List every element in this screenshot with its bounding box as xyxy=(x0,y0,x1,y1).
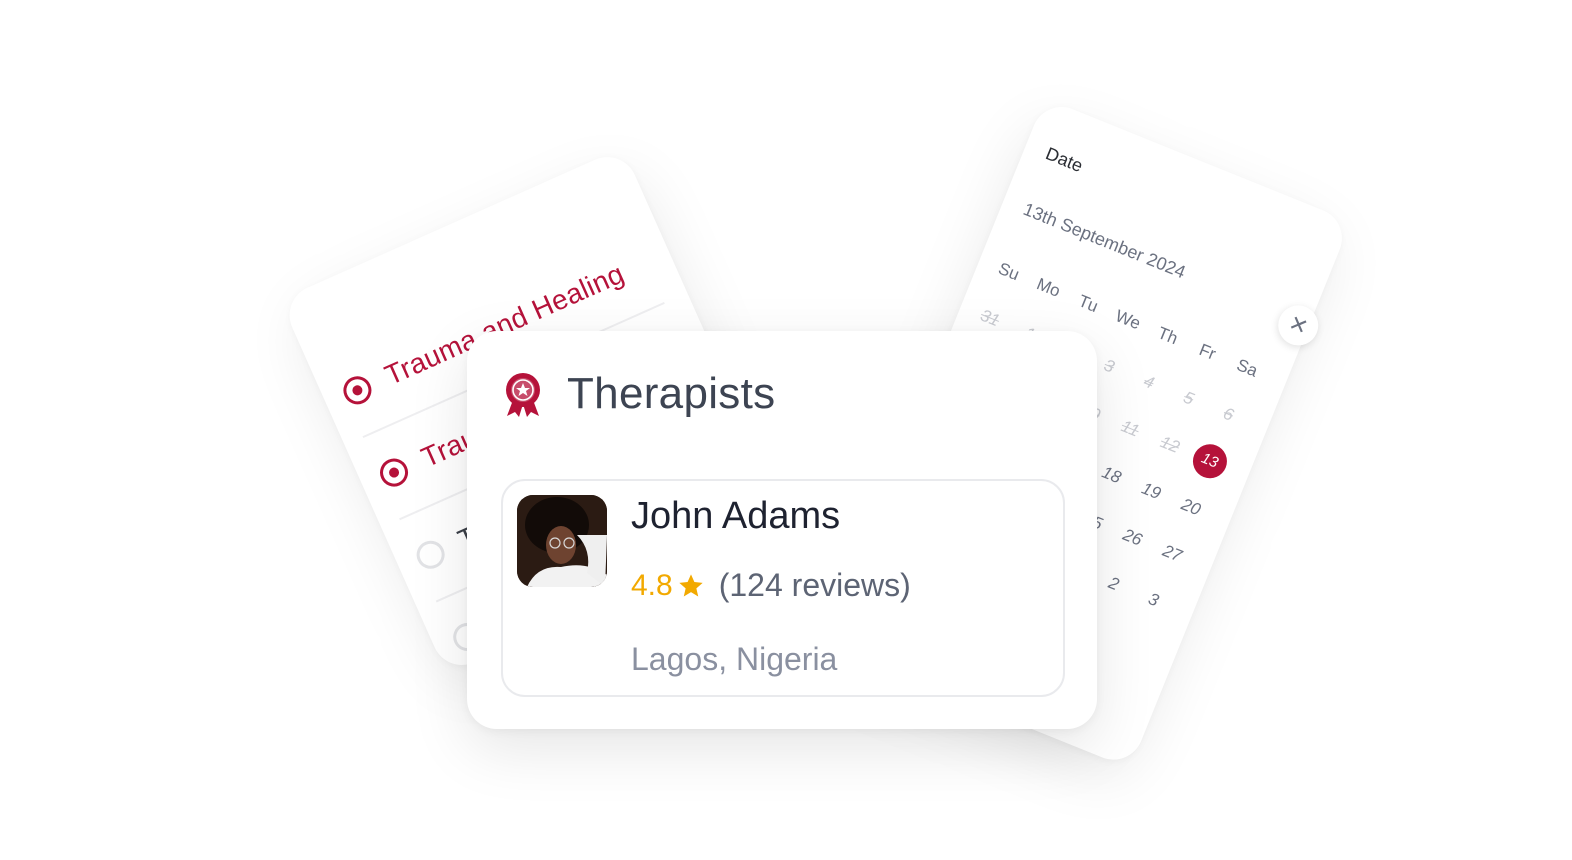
calendar-day[interactable]: 19 xyxy=(1127,474,1174,509)
weekday-label: Sa xyxy=(1234,355,1261,381)
rating-value: 4.8 xyxy=(631,568,673,602)
weekday-label: Th xyxy=(1154,323,1181,349)
calendar-day-disabled: 6 xyxy=(1220,403,1237,425)
award-badge-icon xyxy=(506,373,540,417)
radio-selected-icon[interactable] xyxy=(338,371,376,409)
therapist-name: John Adams xyxy=(631,495,841,537)
calendar-day-disabled: 4 xyxy=(1141,371,1157,393)
calendar-day-disabled: 12 xyxy=(1157,432,1183,457)
therapist-profile-card[interactable]: John Adams 4.8 (124 reviews) Lagos, Nige… xyxy=(501,479,1065,697)
close-icon[interactable]: ✕ xyxy=(1272,299,1325,352)
review-count: (124 reviews) xyxy=(718,567,911,603)
weekday-label: Mo xyxy=(1033,274,1064,301)
calendar-day[interactable]: 20 xyxy=(1167,490,1214,525)
calendar-day-disabled: 5 xyxy=(1180,387,1197,409)
weekday-label: We xyxy=(1112,306,1144,334)
therapists-card: Therapists John Adams 4.8 (124 reviews) … xyxy=(467,331,1097,729)
calendar-day[interactable]: 27 xyxy=(1148,537,1195,572)
radio-unselected-icon[interactable] xyxy=(412,536,450,574)
calendar-day[interactable]: 26 xyxy=(1109,520,1156,555)
calendar-day-disabled: 11 xyxy=(1118,416,1143,441)
radio-selected-icon[interactable] xyxy=(375,454,413,492)
date-picker-title: Date xyxy=(1042,143,1086,177)
therapist-location: Lagos, Nigeria xyxy=(631,641,838,677)
weekday-label: Fr xyxy=(1196,340,1219,364)
card-title: Therapists xyxy=(567,369,776,418)
avatar xyxy=(517,495,607,587)
calendar-day[interactable]: 2 xyxy=(1090,567,1137,602)
weekday-label: Tu xyxy=(1075,291,1101,317)
selected-day-number: 13 xyxy=(1187,438,1232,484)
rating-row: 4.8 (124 reviews) xyxy=(631,567,911,604)
avatar-photo xyxy=(517,495,607,587)
star-icon xyxy=(679,573,703,596)
card-header: Therapists xyxy=(501,369,775,419)
weekday-label: Su xyxy=(995,258,1022,285)
calendar-day[interactable]: 3 xyxy=(1130,583,1177,618)
